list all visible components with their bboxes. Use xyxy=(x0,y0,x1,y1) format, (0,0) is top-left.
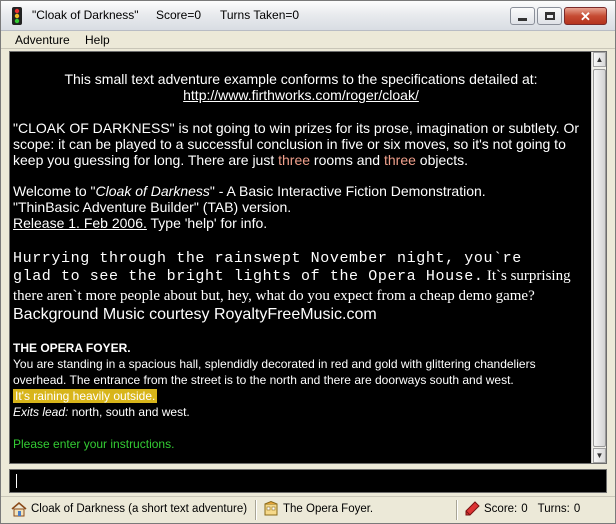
scroll-up-icon[interactable]: ▲ xyxy=(593,52,606,67)
minimize-icon xyxy=(518,17,527,21)
title-bar[interactable]: "Cloak of Darkness" Score=0 Turns Taken=… xyxy=(1,1,615,31)
window-controls: ✕ xyxy=(510,7,607,25)
scroll-thumb[interactable] xyxy=(593,69,606,447)
text-caret xyxy=(16,474,17,488)
pencil-icon xyxy=(465,501,480,516)
weather-highlight: It's raining heavily outside. xyxy=(13,389,158,403)
music-credit: Background Music courtesy RoyaltyFreeMus… xyxy=(13,306,377,323)
highlight-three-objects: three xyxy=(383,152,416,168)
room-title: THE OPERA FOYER. xyxy=(13,341,131,355)
intro-text: This small text adventure example confor… xyxy=(64,71,538,87)
maximize-button[interactable] xyxy=(537,7,562,25)
release-link[interactable]: Release 1. Feb 2006. xyxy=(13,215,147,231)
status-room-text: The Opera Foyer. xyxy=(283,503,374,515)
window-title: "Cloak of Darkness" xyxy=(32,8,139,22)
game-output-text: This small text adventure example confor… xyxy=(10,52,592,463)
room-description-line-1: You are standing in a spacious hall, spl… xyxy=(13,357,536,371)
description-line-3: keep you guessing for long. There are ju… xyxy=(13,152,469,168)
input-prompt: Please enter your instructions. xyxy=(13,437,175,451)
room-description-line-2: overhead. The entrance from the street i… xyxy=(13,373,514,387)
close-icon: ✕ xyxy=(580,8,591,24)
app-window: "Cloak of Darkness" Score=0 Turns Taken=… xyxy=(0,0,616,524)
builder-line: "ThinBasic Adventure Builder" (TAB) vers… xyxy=(13,199,292,215)
output-scrollbar[interactable]: ▲ ▼ xyxy=(591,52,606,463)
maximize-icon xyxy=(544,12,555,20)
intro-narrative-line-3: there aren`t more people about but, hey,… xyxy=(13,288,535,304)
home-icon xyxy=(11,501,27,517)
intro-link[interactable]: http://www.firthworks.com/roger/cloak/ xyxy=(13,87,589,103)
status-room: The Opera Foyer. xyxy=(263,501,373,517)
welcome-line: Welcome to "Cloak of Darkness" - A Basic… xyxy=(13,183,486,199)
room-icon xyxy=(264,501,278,516)
status-separator xyxy=(255,500,257,520)
title-turns: Turns Taken=0 xyxy=(220,8,300,22)
highlight-three-rooms: three xyxy=(278,152,311,168)
scroll-down-icon[interactable]: ▼ xyxy=(593,448,606,463)
minimize-button[interactable] xyxy=(510,7,535,25)
intro-narrative-line-1: Hurrying through the rainswept November … xyxy=(13,250,522,267)
status-game-name: Cloak of Darkness (a short text adventur… xyxy=(11,501,247,517)
status-game-name-text: Cloak of Darkness (a short text adventur… xyxy=(31,503,248,515)
exits-line: Exits lead: north, south and west. xyxy=(13,405,190,419)
menu-help[interactable]: Help xyxy=(85,33,110,47)
menu-bar: Adventure Help xyxy=(1,31,615,49)
game-title-italic: Cloak of Darkness xyxy=(95,183,210,199)
game-output-panel[interactable]: This small text adventure example confor… xyxy=(9,51,607,464)
command-input[interactable] xyxy=(12,472,604,490)
description-line-1: "CLOAK OF DARKNESS" is not going to win … xyxy=(13,120,580,136)
weather-line: It's raining heavily outside. xyxy=(13,388,158,404)
title-score: Score=0 xyxy=(156,8,202,22)
traffic-light-icon xyxy=(12,7,22,25)
status-separator xyxy=(456,500,458,520)
status-score-value: 0 xyxy=(521,503,528,515)
status-score: Score: 0 Turns: 0 xyxy=(464,501,580,517)
intro-narrative-line-2: glad to see the bright lights of the Ope… xyxy=(13,268,571,285)
status-bar: Cloak of Darkness (a short text adventur… xyxy=(1,496,615,523)
status-turns-value: 0 xyxy=(573,503,581,515)
status-turns-label: Turns: xyxy=(537,503,570,515)
menu-adventure[interactable]: Adventure xyxy=(15,33,70,47)
release-line: Release 1. Feb 2006. Type 'help' for inf… xyxy=(13,215,268,231)
description-line-2: scope: it can be played to a successful … xyxy=(13,136,566,152)
command-input-frame xyxy=(9,469,607,493)
close-button[interactable]: ✕ xyxy=(564,7,607,25)
status-score-label: Score: xyxy=(484,503,518,515)
